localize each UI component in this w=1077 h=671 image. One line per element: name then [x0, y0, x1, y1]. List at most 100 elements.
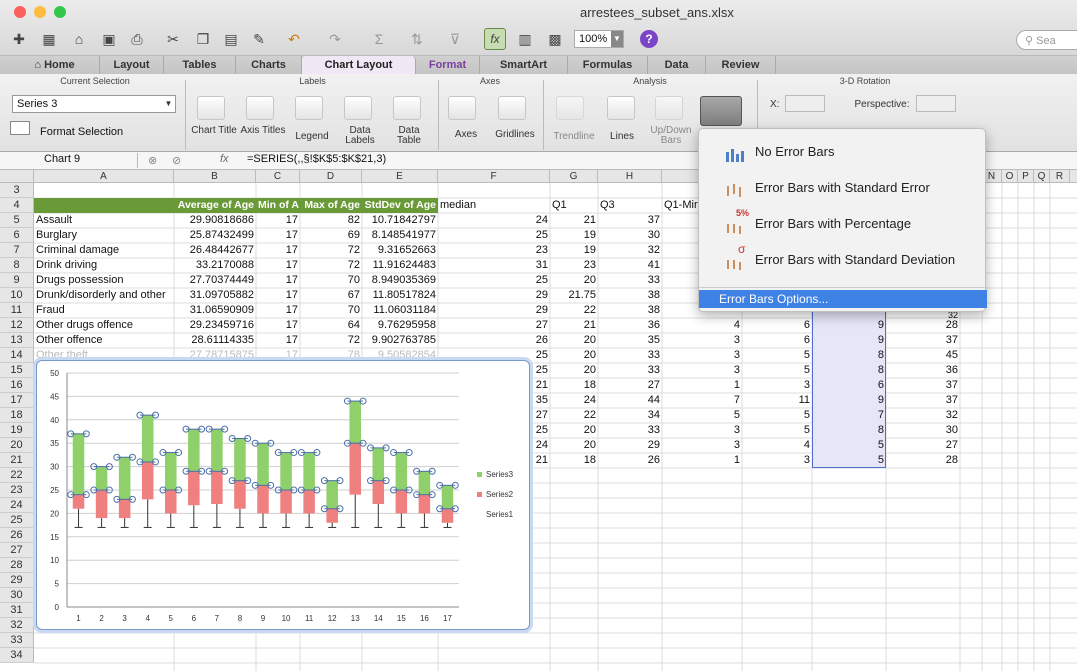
data-cell[interactable]: 9.31652663: [362, 243, 438, 258]
data-cell[interactable]: 29: [438, 303, 550, 318]
data-cell[interactable]: Drunk/disorderly and other: [34, 288, 174, 303]
data-cell[interactable]: 20: [550, 273, 598, 288]
data-cell[interactable]: 33: [598, 363, 662, 378]
data-cell[interactable]: 9: [812, 318, 886, 333]
data-cell[interactable]: 69: [300, 228, 362, 243]
row-header[interactable]: 5: [0, 213, 34, 228]
data-cell[interactable]: 4: [742, 438, 812, 453]
row-header[interactable]: 30: [0, 588, 34, 603]
data-cell[interactable]: 36: [598, 318, 662, 333]
column-header[interactable]: C: [256, 170, 300, 183]
data-cell[interactable]: Assault: [34, 213, 174, 228]
x-rotation-input[interactable]: [785, 95, 825, 112]
data-table-button[interactable]: Data Table: [386, 126, 432, 146]
data-cell[interactable]: 5: [812, 453, 886, 468]
gridlines-button[interactable]: Gridlines: [490, 130, 540, 140]
data-cell[interactable]: 23: [550, 258, 598, 273]
row-header[interactable]: 16: [0, 378, 34, 393]
row-header[interactable]: 28: [0, 558, 34, 573]
data-cell[interactable]: 72: [300, 333, 362, 348]
data-cell[interactable]: 37: [886, 393, 960, 408]
data-cell[interactable]: 20: [550, 438, 598, 453]
data-cell[interactable]: 21: [550, 318, 598, 333]
data-cell[interactable]: 70: [300, 303, 362, 318]
data-cell[interactable]: 8: [812, 363, 886, 378]
format-selection-button[interactable]: Format Selection: [40, 126, 123, 138]
data-cell[interactable]: 70: [300, 273, 362, 288]
row-header[interactable]: 33: [0, 633, 34, 648]
row-header[interactable]: 22: [0, 468, 34, 483]
column-header[interactable]: E: [362, 170, 438, 183]
row-header[interactable]: 8: [0, 258, 34, 273]
data-cell[interactable]: 25: [438, 228, 550, 243]
legend-button[interactable]: Legend: [288, 132, 336, 142]
data-cell[interactable]: 30: [886, 423, 960, 438]
menu-item-percentage[interactable]: 5% Error Bars with Percentage: [699, 205, 987, 241]
data-cell[interactable]: 5: [662, 408, 742, 423]
data-cell[interactable]: 5: [742, 363, 812, 378]
row-header[interactable]: 9: [0, 273, 34, 288]
data-cell[interactable]: 33: [598, 348, 662, 363]
data-cell[interactable]: 34: [598, 408, 662, 423]
data-cell[interactable]: 1: [662, 378, 742, 393]
search-input[interactable]: ⚲ Sea: [1016, 30, 1077, 50]
cancel-icon[interactable]: ⊗: [148, 154, 157, 167]
data-cell[interactable]: 6: [742, 318, 812, 333]
data-cell[interactable]: 28.61114335: [174, 333, 256, 348]
header-cell[interactable]: median: [438, 198, 550, 213]
data-cell[interactable]: 28: [886, 318, 960, 333]
row-header[interactable]: 32: [0, 618, 34, 633]
header-cell[interactable]: Q3: [598, 198, 662, 213]
data-cell[interactable]: 72: [300, 243, 362, 258]
format-brush-icon[interactable]: ✎: [248, 28, 270, 50]
new-icon[interactable]: ✚: [8, 28, 30, 50]
menu-item-standard-error[interactable]: Error Bars with Standard Error: [699, 169, 987, 205]
data-cell[interactable]: 64: [300, 318, 362, 333]
row-header[interactable]: 23: [0, 483, 34, 498]
data-cell[interactable]: 5: [812, 438, 886, 453]
data-labels-icon[interactable]: [344, 96, 372, 120]
data-cell[interactable]: 24: [550, 393, 598, 408]
data-cell[interactable]: 17: [256, 213, 300, 228]
data-cell[interactable]: 6: [742, 333, 812, 348]
close-window-button[interactable]: [14, 6, 26, 18]
chevron-down-icon[interactable]: ▼: [162, 96, 175, 112]
data-cell[interactable]: 9.902763785: [362, 333, 438, 348]
data-cell[interactable]: 9.76295958: [362, 318, 438, 333]
data-cell[interactable]: Burglary: [34, 228, 174, 243]
sort-icon[interactable]: ⇅: [406, 28, 428, 50]
data-cell[interactable]: 31: [438, 258, 550, 273]
data-cell[interactable]: 37: [886, 333, 960, 348]
header-cell[interactable]: Min of A: [256, 198, 300, 213]
header-cell[interactable]: StdDev of Age: [362, 198, 438, 213]
print-icon[interactable]: ⎙: [126, 28, 148, 50]
row-header[interactable]: 19: [0, 423, 34, 438]
data-cell[interactable]: 67: [300, 288, 362, 303]
data-cell[interactable]: 17: [256, 258, 300, 273]
row-header[interactable]: 26: [0, 528, 34, 543]
data-cell[interactable]: 17: [256, 288, 300, 303]
data-cell[interactable]: 18: [550, 453, 598, 468]
menu-item-no-error-bars[interactable]: No Error Bars: [699, 133, 987, 169]
data-cell[interactable]: 5: [742, 408, 812, 423]
row-header[interactable]: 29: [0, 573, 34, 588]
tab-format[interactable]: Format: [416, 56, 480, 74]
select-all[interactable]: [0, 170, 34, 183]
data-cell[interactable]: 3: [742, 378, 812, 393]
column-header[interactable]: A: [34, 170, 174, 183]
row-header[interactable]: 6: [0, 228, 34, 243]
trendline-icon[interactable]: [556, 96, 584, 120]
data-cell[interactable]: 5: [742, 348, 812, 363]
menu-item-error-bars-options[interactable]: Error Bars Options...: [699, 290, 987, 308]
row-header[interactable]: 21: [0, 453, 34, 468]
gridlines-icon[interactable]: [498, 96, 526, 120]
column-header[interactable]: G: [550, 170, 598, 183]
chart-element-select[interactable]: Series 3: [12, 95, 176, 113]
data-cell[interactable]: 22: [550, 303, 598, 318]
row-header[interactable]: 18: [0, 408, 34, 423]
data-cell[interactable]: 3: [662, 423, 742, 438]
row-header[interactable]: 12: [0, 318, 34, 333]
axis-titles-icon[interactable]: [246, 96, 274, 120]
row-header[interactable]: 11: [0, 303, 34, 318]
name-box[interactable]: Chart 9: [0, 153, 138, 168]
